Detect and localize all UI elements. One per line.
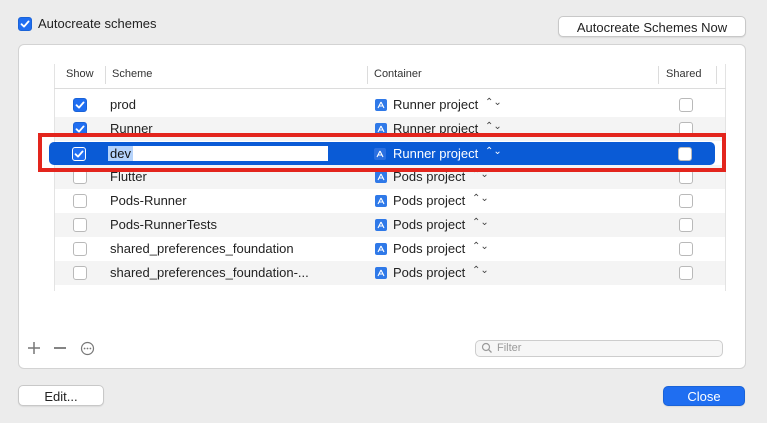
scheme-name: Flutter [110,169,147,184]
column-header-show[interactable]: Show [66,68,94,80]
show-checkbox[interactable] [73,218,87,232]
scheme-name-edit-field[interactable]: dev [108,146,328,161]
updown-chevron-icon: ⌃⌄ [472,169,489,180]
show-checkbox[interactable] [73,242,87,256]
scheme-name: shared_preferences_foundation [110,241,294,256]
table-row[interactable]: prod Runner project ⌃⌄ [55,93,725,117]
updown-chevron-icon: ⌃⌄ [485,146,502,157]
shared-checkbox[interactable] [679,170,693,184]
updown-chevron-icon: ⌃⌄ [472,265,489,276]
shared-checkbox[interactable] [678,147,692,161]
xcode-project-icon [375,219,387,231]
table-row[interactable]: shared_preferences_foundation-... Pods p… [55,261,725,285]
scheme-name: Pods-RunnerTests [110,217,217,232]
updown-chevron-icon: ⌃⌄ [472,217,489,228]
filter-input[interactable]: Filter [475,340,723,357]
ellipsis-circle-icon[interactable] [80,341,95,361]
column-header-scheme[interactable]: Scheme [112,68,152,80]
show-checkbox[interactable] [73,194,87,208]
scheme-name: shared_preferences_foundation-... [110,265,309,280]
autocreate-schemes-now-button[interactable]: Autocreate Schemes Now [558,16,746,37]
container-select[interactable]: Runner project [393,97,478,112]
shared-checkbox[interactable] [679,122,693,136]
show-checkbox[interactable] [72,147,86,161]
xcode-project-icon [375,243,387,255]
autocreate-schemes-label: Autocreate schemes [38,16,157,31]
show-checkbox[interactable] [73,266,87,280]
container-select[interactable]: Pods project [393,241,465,256]
updown-chevron-icon: ⌃⌄ [485,121,502,132]
minus-icon[interactable] [53,341,67,360]
container-select[interactable]: Pods project [393,193,465,208]
table-row-selected[interactable]: dev Runner project ⌃⌄ [49,142,715,165]
filter-placeholder: Filter [497,342,522,354]
updown-chevron-icon: ⌃⌄ [472,241,489,252]
column-header-shared[interactable]: Shared [666,68,701,80]
scheme-name: prod [110,97,137,112]
container-select[interactable]: Pods project [393,169,465,184]
show-checkbox[interactable] [73,98,87,112]
scheme-name: Pods-Runner [110,193,187,208]
xcode-project-icon [375,195,387,207]
table-row[interactable]: Runner Runner project ⌃⌄ [55,117,725,141]
table-row[interactable]: Pods-RunnerTests Pods project ⌃⌄ [55,213,725,237]
xcode-project-icon [375,171,387,183]
container-select[interactable]: Runner project [393,121,478,136]
xcode-project-icon [374,148,386,160]
container-select[interactable]: Pods project [393,265,465,280]
updown-chevron-icon: ⌃⌄ [485,97,502,108]
close-button[interactable]: Close [663,386,745,406]
container-select[interactable]: Runner project [393,146,478,161]
xcode-project-icon [375,267,387,279]
table-row[interactable]: Flutter Pods project ⌃⌄ [55,165,725,189]
shared-checkbox[interactable] [679,266,693,280]
edit-button[interactable]: Edit... [18,385,104,406]
xcode-project-icon [375,123,387,135]
search-icon [481,342,493,357]
autocreate-schemes-checkbox[interactable] [18,17,32,31]
updown-chevron-icon: ⌃⌄ [472,193,489,204]
scheme-name-selected-text[interactable]: dev [108,146,133,161]
scheme-name: Runner [110,121,153,136]
show-checkbox[interactable] [73,122,87,136]
container-select[interactable]: Pods project [393,217,465,232]
column-header-container[interactable]: Container [374,68,422,80]
shared-checkbox[interactable] [679,218,693,232]
plus-icon[interactable] [27,341,41,360]
shared-checkbox[interactable] [679,242,693,256]
xcode-project-icon [375,99,387,111]
table-row[interactable]: Pods-Runner Pods project ⌃⌄ [55,189,725,213]
shared-checkbox[interactable] [679,194,693,208]
show-checkbox[interactable] [73,170,87,184]
shared-checkbox[interactable] [679,98,693,112]
table-row[interactable]: shared_preferences_foundation Pods proje… [55,237,725,261]
